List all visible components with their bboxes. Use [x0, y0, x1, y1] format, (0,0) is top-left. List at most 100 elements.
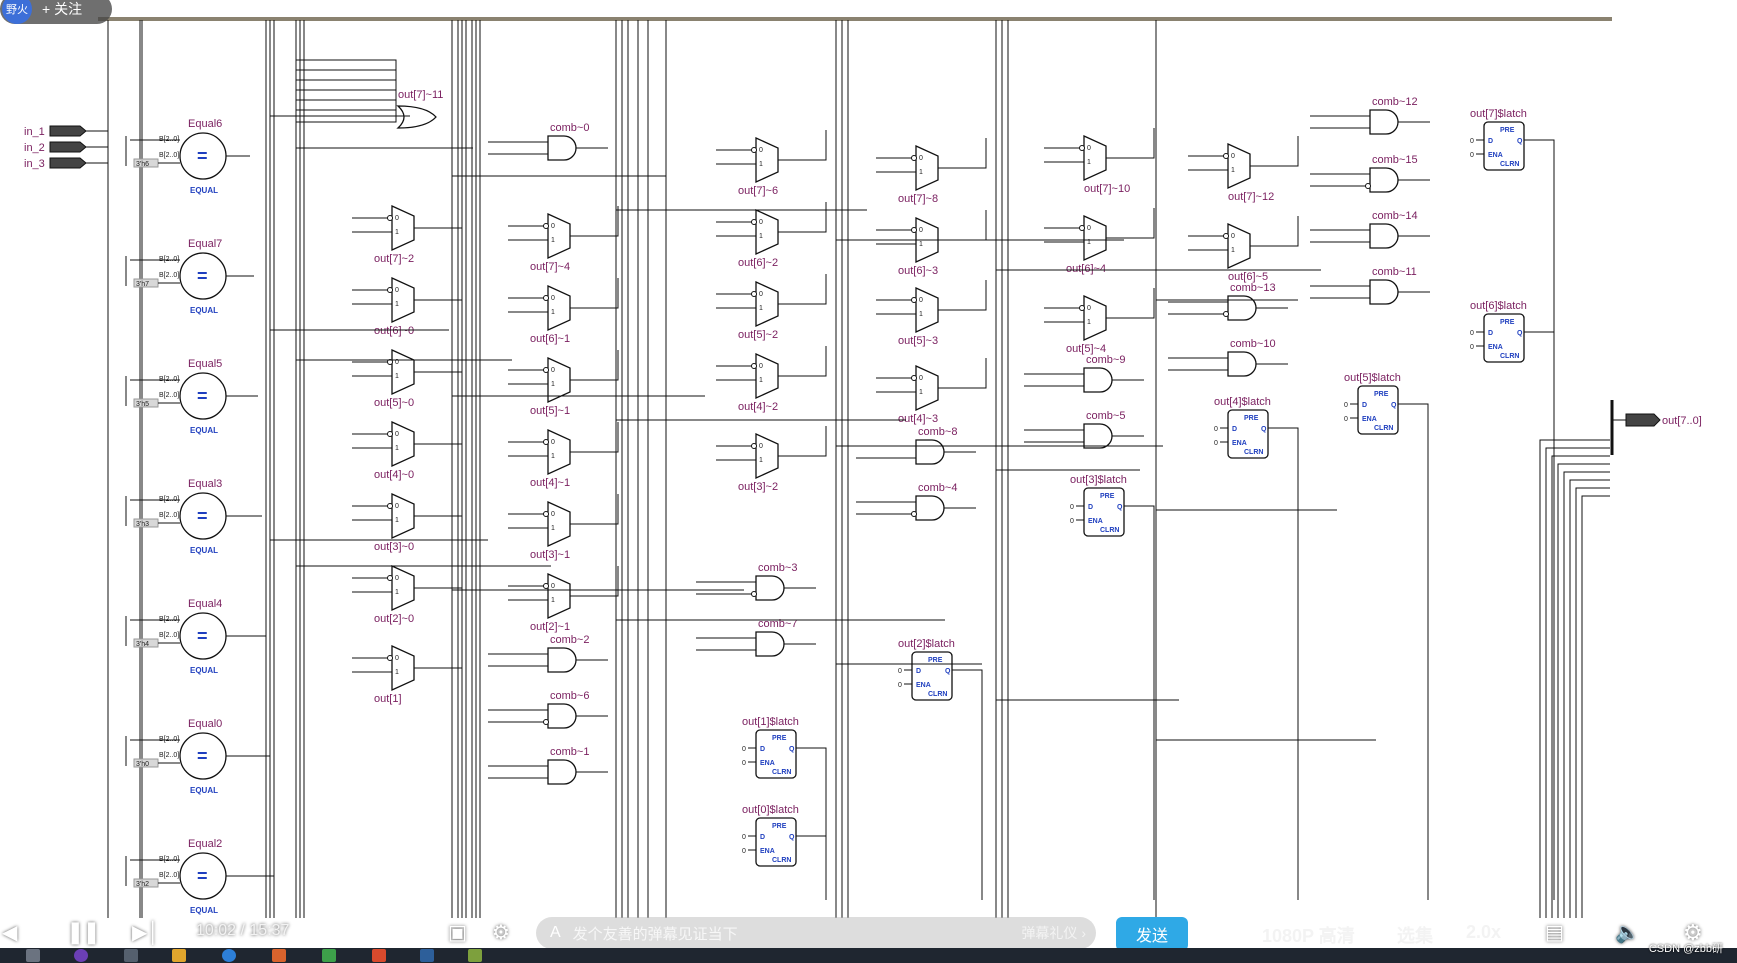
latch-q: Q: [945, 668, 951, 675]
mux-label: out[2]~0: [374, 613, 414, 625]
wire: [570, 206, 619, 237]
mux-out-5-3: [915, 286, 939, 334]
uploader-avatar[interactable]: 野火: [2, 0, 32, 24]
mux-pin-0: 0: [1087, 225, 1091, 232]
latch-pin-0: 0: [898, 682, 902, 689]
uploader-badge[interactable]: 野火 + 关注: [0, 0, 112, 24]
mux-label: out[7]~10: [1084, 183, 1130, 195]
mux-label: out[7]~6: [738, 185, 778, 197]
wire: [414, 270, 463, 301]
mux-label: out[6]~1: [530, 333, 570, 345]
mux-label: out[6]~3: [898, 265, 938, 277]
comparator-label: Equal7: [188, 238, 222, 250]
app-icon-4[interactable]: [372, 949, 386, 962]
comparator-const: 3'h3: [136, 521, 149, 528]
mux-input-bubble: [1079, 145, 1085, 151]
wire: [1106, 128, 1155, 159]
latch-q: Q: [789, 746, 795, 753]
mux-out-2-0: [391, 564, 415, 612]
danmaku-style-icon[interactable]: A: [550, 924, 561, 942]
prev-icon[interactable]: ◀: [2, 920, 17, 945]
browser-icon[interactable]: [222, 949, 236, 962]
calculator-icon[interactable]: [124, 949, 138, 962]
quality-selector[interactable]: 1080P 高清: [1262, 922, 1355, 948]
comparator-bus-b: B[2..0]: [159, 272, 179, 279]
mux-pin-0: 0: [919, 375, 923, 382]
latch-clrn: CLRN: [772, 857, 791, 864]
app-icon-3[interactable]: [322, 949, 336, 962]
mux-pin-0: 0: [395, 431, 399, 438]
mux-out-7-10: [1083, 134, 1107, 182]
latch-pre: PRE: [1100, 493, 1115, 500]
mux-label: out[4]~2: [738, 401, 778, 413]
latch-pre: PRE: [1244, 415, 1259, 422]
mux-pin-1: 1: [1087, 159, 1091, 166]
latch-pre: PRE: [928, 657, 943, 664]
comparator-label: Equal2: [188, 838, 222, 850]
latch-ena: ENA: [1488, 344, 1503, 351]
mux-pin-0: 0: [919, 297, 923, 304]
danmaku-etiquette-link[interactable]: 弹幕礼仪 ›: [1021, 923, 1086, 943]
mux-pin-1: 1: [759, 457, 763, 464]
danmaku-toggle-icon[interactable]: ▣: [448, 920, 467, 945]
mux-pin-1: 1: [759, 161, 763, 168]
latch-d: D: [760, 834, 765, 841]
danmaku-input[interactable]: A 发个友善的弹幕见证当下 弹幕礼仪 ›: [536, 917, 1096, 949]
taskview-icon[interactable]: [26, 949, 40, 962]
mux-input-bubble: [543, 367, 549, 373]
mux-label: out[1]: [374, 693, 402, 705]
wire: [414, 486, 463, 517]
wire: [570, 278, 619, 309]
comparator-label: Equal5: [188, 358, 222, 370]
mux-pin-1: 1: [919, 311, 923, 318]
volume-icon[interactable]: 🔈: [1615, 920, 1640, 945]
mux-label: out[7]~2: [374, 253, 414, 265]
latch-clrn: CLRN: [1374, 425, 1393, 432]
episodes-button[interactable]: 选集: [1397, 922, 1433, 948]
mux-pin-1: 1: [551, 453, 555, 460]
latch-pin-0: 0: [1470, 344, 1474, 351]
picture-in-picture-icon[interactable]: ▤: [1545, 920, 1564, 945]
latch-d: D: [1232, 426, 1237, 433]
app-icon-5[interactable]: [420, 949, 434, 962]
wire: [1398, 403, 1429, 900]
wire: [1250, 216, 1299, 247]
mux-input-bubble: [387, 431, 393, 437]
mux-pin-1: 1: [1087, 319, 1091, 326]
input-label: in_1: [24, 126, 45, 138]
follow-button[interactable]: + 关注: [42, 0, 82, 19]
schematic-viewer: in_1 in_2 in_3 out[7..0] Equal6 = EQUAL B[2..0]…: [0, 0, 1737, 963]
and-gate-comb-9: [1083, 367, 1113, 393]
and-input-bubble: [911, 511, 917, 517]
wire: [1106, 288, 1155, 319]
latch-q: Q: [1261, 426, 1267, 433]
mux-pin-1: 1: [759, 233, 763, 240]
mux-out-6-0: [391, 276, 415, 324]
app-icon-2[interactable]: [272, 949, 286, 962]
app-icon[interactable]: [74, 949, 88, 962]
wire: [296, 69, 397, 116]
latch-pin-0: 0: [1344, 402, 1348, 409]
send-button[interactable]: 发送: [1116, 917, 1188, 951]
mux-pin-0: 0: [395, 215, 399, 222]
latch-pin-0: 0: [1214, 426, 1218, 433]
mux-pin-1: 1: [759, 305, 763, 312]
mux-pin-0: 0: [551, 583, 555, 590]
speed-selector[interactable]: 2.0x: [1466, 922, 1501, 943]
mux-pin-1: 1: [395, 589, 399, 596]
or-gate-label: out[7]~11: [398, 89, 443, 101]
app-icon-6[interactable]: [468, 949, 482, 962]
output-bus-line: [1557, 463, 1610, 918]
latch-d: D: [916, 668, 921, 675]
and-gate-comb-10: [1227, 351, 1257, 377]
next-icon[interactable]: ▶│: [132, 920, 160, 945]
and-gate-label: comb~6: [550, 690, 589, 702]
mux-pin-0: 0: [395, 575, 399, 582]
wire: [86, 146, 109, 894]
danmaku-settings-icon[interactable]: ⚙: [492, 920, 510, 945]
mux-label: out[3]~2: [738, 481, 778, 493]
pause-icon[interactable]: ❚❚: [66, 919, 101, 945]
folder-icon[interactable]: [172, 949, 186, 962]
latch-clrn: CLRN: [1500, 161, 1519, 168]
wire: [778, 202, 827, 233]
